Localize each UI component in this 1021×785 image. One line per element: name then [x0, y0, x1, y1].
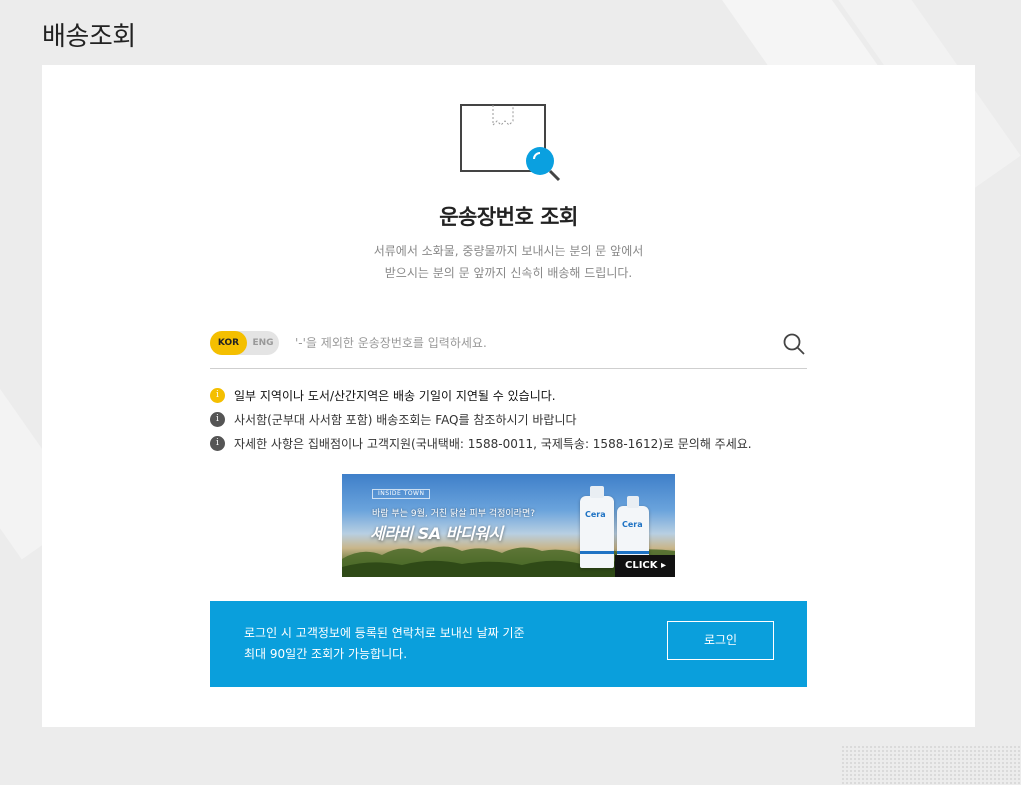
- notice-item: i 자세한 사항은 집배점이나 고객지원(국내택배: 1588-0011, 국제…: [210, 431, 810, 455]
- product-bottle: Cera: [580, 486, 614, 568]
- search-icon[interactable]: [781, 331, 807, 357]
- info-icon: i: [210, 435, 225, 451]
- ad-subcopy: 바람 부는 9월, 거친 닭살 피부 걱정이라면?: [372, 509, 536, 519]
- login-button[interactable]: 로그인: [667, 621, 774, 660]
- notice-text: 자세한 사항은 집배점이나 고객지원(국내택배: 1588-0011, 국제특송…: [234, 436, 752, 451]
- bottle-logo: Cera: [622, 520, 643, 529]
- notice-item: i 일부 지역이나 도서/산간지역은 배송 기일이 지연될 수 있습니다.: [210, 383, 810, 407]
- tracking-card: 운송장번호 조회 서류에서 소화물, 중량물까지 보내시는 분의 문 앞에서 받…: [42, 65, 975, 727]
- notice-list: i 일부 지역이나 도서/산간지역은 배송 기일이 지연될 수 있습니다. i …: [210, 383, 810, 455]
- login-notice-box: 로그인 시 고객정보에 등록된 연락처로 보내신 날짜 기준 최대 90일간 조…: [210, 601, 807, 687]
- tracking-search-bar: KOR ENG: [210, 327, 807, 369]
- lang-kor-option[interactable]: KOR: [210, 331, 247, 355]
- language-toggle[interactable]: KOR ENG: [210, 331, 279, 355]
- hero-desc-line1: 서류에서 소화물, 중량물까지 보내시는 분의 문 앞에서: [373, 244, 644, 258]
- hero-title: 운송장번호 조회: [439, 205, 578, 229]
- ad-click-button[interactable]: CLICK ▸: [615, 555, 675, 577]
- tracking-number-input[interactable]: [295, 331, 765, 355]
- hero-desc-line2: 받으시는 분의 문 앞까지 신속히 배송해 드립니다.: [384, 266, 633, 280]
- hero-description: 서류에서 소화물, 중량물까지 보내시는 분의 문 앞에서 받으시는 분의 문 …: [42, 240, 975, 284]
- parcel-search-icon: [460, 104, 561, 182]
- ad-banner[interactable]: INSIDE TOWN 바람 부는 9월, 거친 닭살 피부 걱정이라면? 세라…: [342, 474, 675, 577]
- page-title: 배송조회: [42, 22, 136, 52]
- login-notice-text: 로그인 시 고객정보에 등록된 연락처로 보내신 날짜 기준 최대 90일간 조…: [244, 623, 525, 665]
- lang-eng-option[interactable]: ENG: [247, 331, 279, 355]
- login-notice-line1: 로그인 시 고객정보에 등록된 연락처로 보내신 날짜 기준: [244, 626, 525, 640]
- info-icon: i: [210, 387, 225, 403]
- bottle-logo: Cera: [585, 510, 606, 519]
- info-icon: i: [210, 411, 225, 427]
- login-notice-line2: 최대 90일간 조회가 가능합니다.: [244, 647, 408, 661]
- notice-text: 사서함(군부대 사서함 포함) 배송조회는 FAQ를 참조하시기 바랍니다: [234, 412, 577, 427]
- notice-item: i 사서함(군부대 사서함 포함) 배송조회는 FAQ를 참조하시기 바랍니다: [210, 407, 810, 431]
- ad-brand-label: INSIDE TOWN: [372, 489, 431, 499]
- notice-text: 일부 지역이나 도서/산간지역은 배송 기일이 지연될 수 있습니다.: [234, 388, 556, 403]
